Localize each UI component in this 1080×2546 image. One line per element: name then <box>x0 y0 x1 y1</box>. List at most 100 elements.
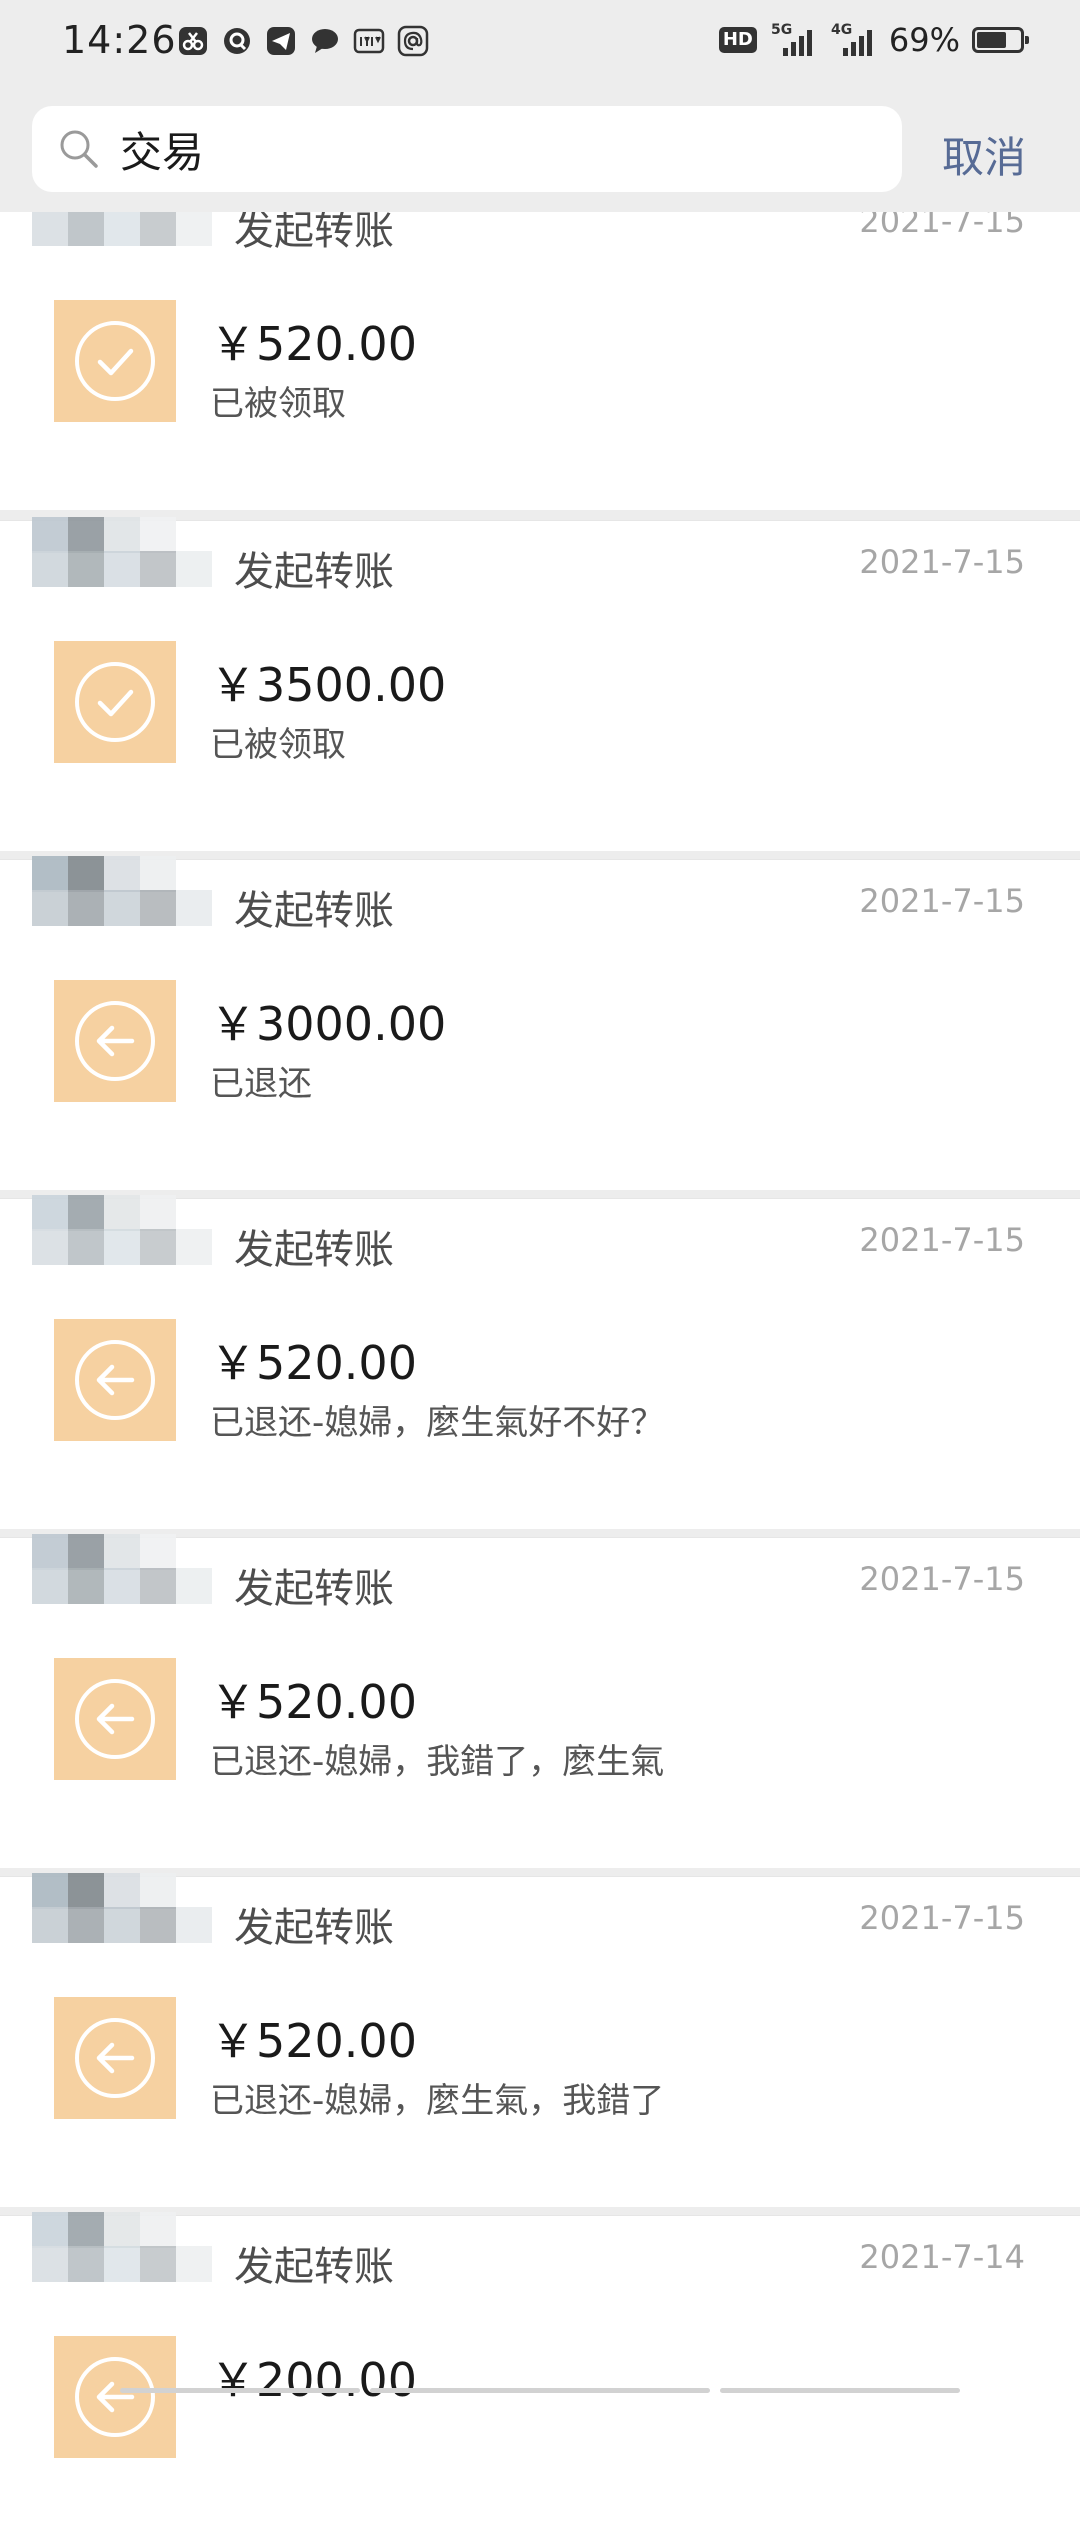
check-icon <box>54 641 176 763</box>
avatar-mosaic-tile <box>68 210 104 246</box>
search-input[interactable]: 交易 <box>32 106 902 192</box>
transaction-card[interactable]: 发起转账 2021-7-15 ￥3500.00 已被领取 <box>0 517 1080 851</box>
avatar-mosaic-tile <box>32 2212 68 2248</box>
transaction-card[interactable]: 发起转账 2021-7-15 ￥520.00 已被领取 <box>0 176 1080 510</box>
transaction-card[interactable]: 发起转账 2021-7-15 ￥520.00 已退还-媳婦，麼生氣好不好？ <box>0 1195 1080 1529</box>
avatar-mosaic-tile <box>32 856 68 892</box>
signal-5g-icon: 5G <box>769 20 817 60</box>
search-icon <box>54 124 104 174</box>
avatar-mosaic-tile <box>140 856 176 892</box>
avatar-mosaic-tile <box>104 517 140 553</box>
transaction-date: 2021-7-15 <box>859 1221 1025 1259</box>
avatar-mosaic-tile <box>140 890 176 926</box>
blurred-avatar <box>32 856 242 926</box>
avatar-mosaic-tile <box>140 1229 176 1265</box>
avatar-mosaic-tile <box>32 890 68 926</box>
avatar-mosaic-tile <box>104 1873 140 1909</box>
avatar-mosaic-tile <box>68 2246 104 2282</box>
avatar-mosaic-tile <box>176 551 212 587</box>
avatar-mosaic-tile <box>140 210 176 246</box>
avatar-mosaic-tile <box>32 1195 68 1231</box>
scissors-app-icon <box>176 24 210 58</box>
transaction-title: 发起转账 <box>234 549 394 595</box>
transaction-card[interactable]: 发起转账 2021-7-15 ￥520.00 已退还-媳婦，我錯了，麼生氣 <box>0 1534 1080 1868</box>
bottom-gesture-bar <box>120 2388 960 2394</box>
avatar-mosaic-tile <box>68 1229 104 1265</box>
battery-percent: 69% <box>888 21 960 59</box>
return-arrow-icon <box>54 1997 176 2119</box>
transaction-title: 发起转账 <box>234 1227 394 1273</box>
net-4g-label: 4G <box>831 22 852 38</box>
avatar-mosaic-tile <box>104 1195 140 1231</box>
transaction-status: 已退还-媳婦，麼生氣好不好？ <box>210 1403 665 1443</box>
iqiyi-icon <box>352 24 386 58</box>
at-app-icon <box>396 24 430 58</box>
avatar-mosaic-tile <box>32 551 68 587</box>
status-bar: 14:26 HD 5G 4G 69% <box>0 0 1080 88</box>
avatar-mosaic-tile <box>68 2212 104 2248</box>
transaction-status: 已退还-媳婦，我錯了，麼生氣 <box>210 1742 665 1782</box>
avatar-mosaic-tile <box>68 890 104 926</box>
avatar-mosaic-tile <box>176 1907 212 1943</box>
avatar-mosaic-tile <box>32 1229 68 1265</box>
avatar-mosaic-tile <box>68 856 104 892</box>
hd-voice-badge: HD <box>718 27 757 53</box>
avatar-mosaic-tile <box>104 2212 140 2248</box>
avatar-mosaic-tile <box>176 1229 212 1265</box>
avatar-mosaic-tile <box>32 1568 68 1604</box>
cancel-button[interactable]: 取消 <box>942 124 1026 185</box>
return-arrow-icon <box>54 980 176 1102</box>
avatar-mosaic-tile <box>104 1534 140 1570</box>
transaction-amount: ￥3500.00 <box>210 658 447 712</box>
avatar-mosaic-tile <box>176 890 212 926</box>
blurred-avatar <box>32 2212 242 2282</box>
search-query[interactable]: 交易 <box>120 119 204 180</box>
transaction-status: 已被领取 <box>210 384 346 424</box>
transaction-card[interactable]: 发起转账 2021-7-15 ￥520.00 已退还-媳婦，麼生氣，我錯了 <box>0 1873 1080 2207</box>
avatar-mosaic-tile <box>140 2246 176 2282</box>
transaction-amount: ￥520.00 <box>210 1675 417 1729</box>
transaction-date: 2021-7-15 <box>859 882 1025 920</box>
avatar-mosaic-tile <box>140 1873 176 1909</box>
avatar-mosaic-tile <box>104 1568 140 1604</box>
status-indicators: HD 5G 4G 69% <box>718 20 1029 60</box>
transaction-amount: ￥520.00 <box>210 2014 417 2068</box>
search-header: 交易 取消 <box>0 88 1080 212</box>
avatar-mosaic-tile <box>140 517 176 553</box>
avatar-mosaic-tile <box>68 551 104 587</box>
avatar-mosaic-tile <box>140 1534 176 1570</box>
battery-level <box>977 32 1006 48</box>
transaction-card[interactable]: 发起转账 2021-7-15 ￥3000.00 已退还 <box>0 856 1080 1190</box>
transaction-amount: ￥520.00 <box>210 317 417 371</box>
transaction-amount: ￥200.00 <box>210 2353 417 2407</box>
transaction-card[interactable]: 发起转账 2021-7-14 ￥200.00 <box>0 2212 1080 2546</box>
avatar-mosaic-tile <box>104 856 140 892</box>
avatar-mosaic-tile <box>32 517 68 553</box>
transaction-date: 2021-7-15 <box>859 543 1025 581</box>
avatar-mosaic-tile <box>140 1195 176 1231</box>
avatar-mosaic-tile <box>140 1907 176 1943</box>
transaction-amount: ￥3000.00 <box>210 997 447 1051</box>
avatar-mosaic-tile <box>104 551 140 587</box>
avatar-mosaic-tile <box>32 1873 68 1909</box>
avatar-mosaic-tile <box>176 2246 212 2282</box>
transaction-title: 发起转账 <box>234 1905 394 1951</box>
net-5g-label: 5G <box>771 22 792 38</box>
transaction-status: 已退还 <box>210 1064 312 1104</box>
battery-icon <box>972 27 1029 53</box>
avatar-mosaic-tile <box>104 210 140 246</box>
avatar-mosaic-tile <box>32 1907 68 1943</box>
transaction-status: 已退还-媳婦，麼生氣，我錯了 <box>210 2081 665 2121</box>
return-arrow-icon <box>54 1319 176 1441</box>
avatar-mosaic-tile <box>32 1534 68 1570</box>
transaction-title: 发起转账 <box>234 888 394 934</box>
avatar-mosaic-tile <box>176 1568 212 1604</box>
avatar-mosaic-tile <box>32 2246 68 2282</box>
status-time: 14:26 <box>62 18 177 62</box>
avatar-mosaic-tile <box>140 1568 176 1604</box>
avatar-mosaic-tile <box>68 1195 104 1231</box>
avatar-mosaic-tile <box>104 1229 140 1265</box>
avatar-mosaic-tile <box>140 551 176 587</box>
signal-4g-icon: 4G <box>829 20 877 60</box>
avatar-mosaic-tile <box>68 517 104 553</box>
